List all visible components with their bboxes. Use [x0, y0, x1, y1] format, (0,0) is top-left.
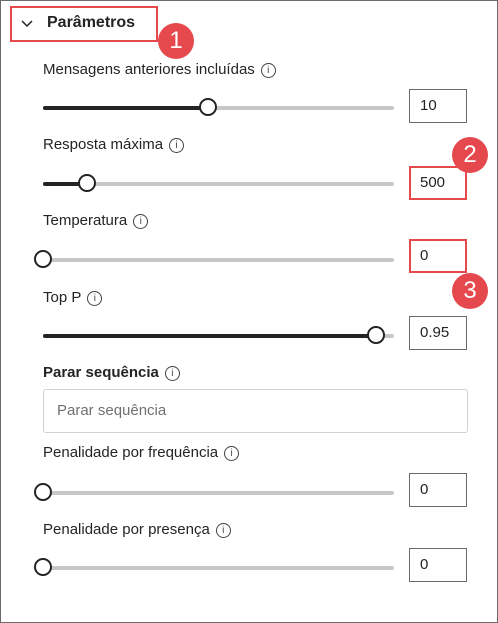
stop-sequence-label-text: Parar sequência: [43, 364, 159, 381]
max-response-label-text: Resposta máxima: [43, 136, 164, 153]
presence-penalty-input[interactable]: 0: [409, 548, 467, 582]
info-icon[interactable]: i: [169, 138, 185, 153]
past-messages-input[interactable]: 10: [409, 89, 467, 123]
temperature-label-text: Temperatura: [43, 212, 128, 229]
slider-thumb[interactable]: [198, 98, 217, 116]
callout-badge-3: 3: [452, 273, 488, 309]
top-p-label: Top P i: [43, 289, 103, 306]
frequency-penalty-label-text: Penalidade por frequência: [43, 444, 219, 461]
max-response-slider[interactable]: [43, 174, 394, 192]
slider-thumb[interactable]: [77, 174, 96, 192]
top-p-label-text: Top P: [43, 289, 82, 306]
presence-penalty-label-text: Penalidade por presença: [43, 521, 210, 538]
slider-thumb[interactable]: [34, 250, 52, 268]
max-response-input[interactable]: 500: [409, 166, 467, 200]
callout-badge-2: 2: [452, 137, 488, 173]
callout-badge-1: 1: [158, 23, 194, 59]
slider-fill: [43, 334, 377, 338]
stop-sequence-input[interactable]: Parar sequência: [43, 389, 468, 433]
top-p-input[interactable]: 0.95: [409, 316, 467, 350]
info-icon[interactable]: i: [87, 291, 103, 306]
slider-thumb[interactable]: [34, 483, 52, 501]
past-messages-slider[interactable]: [43, 98, 394, 116]
temperature-label: Temperatura i: [43, 212, 149, 229]
past-messages-label: Mensagens anteriores incluídas i: [43, 61, 276, 78]
presence-penalty-slider[interactable]: [34, 558, 394, 576]
temperature-slider[interactable]: [34, 250, 394, 268]
max-response-label: Resposta máxima i: [43, 136, 185, 153]
info-icon[interactable]: i: [164, 366, 180, 381]
top-p-slider[interactable]: [43, 326, 394, 344]
frequency-penalty-slider[interactable]: [34, 483, 394, 501]
info-icon[interactable]: i: [133, 214, 149, 229]
slider-thumb[interactable]: [34, 558, 52, 576]
temperature-input[interactable]: 0: [409, 239, 467, 273]
presence-penalty-label: Penalidade por presença i: [43, 521, 231, 538]
chevron-down-icon[interactable]: [20, 17, 34, 31]
frequency-penalty-input[interactable]: 0: [409, 473, 467, 507]
stop-sequence-label: Parar sequência i: [43, 364, 180, 381]
info-icon[interactable]: i: [260, 63, 276, 78]
info-icon[interactable]: i: [215, 523, 231, 538]
past-messages-label-text: Mensagens anteriores incluídas: [43, 61, 255, 78]
slider-fill: [43, 106, 208, 110]
frequency-penalty-label: Penalidade por frequência i: [43, 444, 240, 461]
section-title[interactable]: Parâmetros: [47, 14, 135, 32]
info-icon[interactable]: i: [224, 446, 240, 461]
